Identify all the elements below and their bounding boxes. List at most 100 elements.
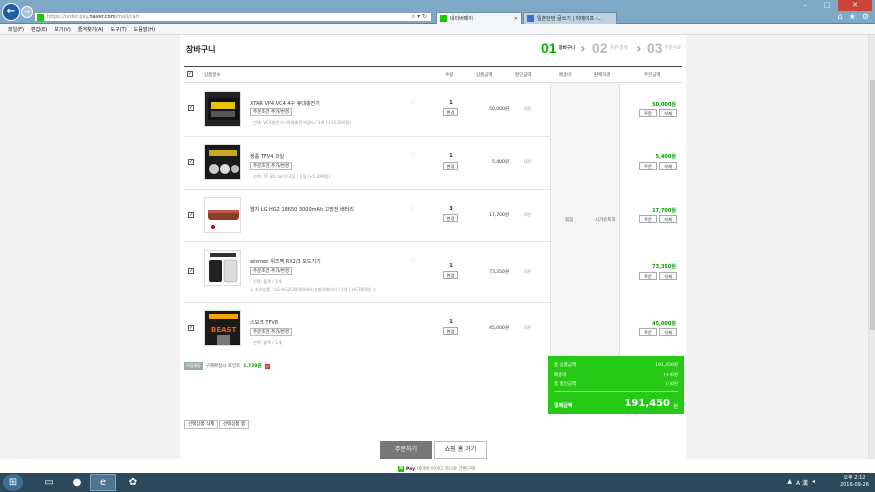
menu-help[interactable]: 도움말(H) xyxy=(134,26,155,33)
menu-edit[interactable]: 편집(E) xyxy=(31,26,47,33)
browser-titlebar: ← → https://order.pay.naver.com/mall/car… xyxy=(0,0,875,24)
select-all-checkbox[interactable]: ✓ xyxy=(187,71,193,77)
step-checkout: 02 주문/결제 xyxy=(592,40,628,56)
product-thumbnail[interactable]: BEAST xyxy=(204,310,241,346)
product-thumbnail[interactable] xyxy=(204,250,241,286)
option-change-button[interactable]: 주문조건 추가/변경 xyxy=(250,108,293,116)
item-checkbox[interactable]: ✓ xyxy=(188,105,194,111)
ime-indicator[interactable]: A 漢 xyxy=(796,478,808,487)
step-complete: 03 주문완료 xyxy=(647,40,681,56)
search-refresh-icons[interactable]: ⌕ ▾ ↻ xyxy=(412,13,427,21)
heart-icon[interactable]: ♡ xyxy=(410,99,415,106)
quantity-change-button[interactable]: 변경 xyxy=(443,108,458,116)
product-thumbnail[interactable] xyxy=(204,197,241,233)
item-checkbox[interactable]: ✓ xyxy=(188,159,194,165)
option-change-button[interactable]: 주문조건 추가/변경 xyxy=(250,162,293,170)
item-checkbox[interactable]: ✓ xyxy=(188,268,194,274)
back-button[interactable]: ← xyxy=(2,3,20,21)
order-item-button[interactable]: 주문 xyxy=(639,215,657,223)
product-thumbnail[interactable] xyxy=(204,144,241,180)
system-tray: ▲ A 漢 ◂ xyxy=(787,478,815,487)
settings-gear-icon[interactable]: ⚙ xyxy=(862,12,869,21)
product-name[interactable]: XTAR VP4 VC4 4구 휴대충전기 xyxy=(250,100,320,107)
delete-item-button[interactable]: 삭제 xyxy=(659,328,677,336)
quantity-change-button[interactable]: 변경 xyxy=(443,327,458,335)
close-tab-icon[interactable]: ✕ xyxy=(514,16,518,22)
wishlist-selected-button[interactable]: 선택상품 찜 xyxy=(219,420,250,429)
final-amount-label: 결제금액 xyxy=(554,403,573,409)
cart-item-row: ✓ 엘지 LG HG2 18650 3000mAh 고방전 배터리 ♡ 3 변경… xyxy=(184,190,550,242)
order-button[interactable]: 주문하기 xyxy=(380,441,432,459)
item-checkbox[interactable]: ✓ xyxy=(188,325,194,331)
quantity-value: 3 xyxy=(449,206,453,212)
order-item-button[interactable]: 주문 xyxy=(639,162,657,170)
tab-blog[interactable]: 일촌단번 글쓰기 | 아메이프 -... xyxy=(523,12,617,24)
seller-name: 시가유토리 xyxy=(595,218,616,223)
menu-tools[interactable]: 도구(T) xyxy=(111,26,127,33)
delete-item-button[interactable]: 삭제 xyxy=(659,215,677,223)
order-item-button[interactable]: 주문 xyxy=(639,328,657,336)
address-bar[interactable]: https://order.pay.naver.com/mall/cart ⌕ … xyxy=(34,12,432,22)
naver-pay-banner: N Pay 네이버 아이디 하나로 간편구매 xyxy=(398,466,475,472)
quantity-change-button[interactable]: 변경 xyxy=(443,162,458,170)
close-window-icon[interactable]: ✕ xyxy=(838,0,872,11)
scrollbar-thumb[interactable] xyxy=(870,80,875,330)
chevron-right-icon: › xyxy=(636,41,642,57)
tray-arrow-icon[interactable]: ▲ xyxy=(787,478,792,487)
discount-amount: 0원 xyxy=(524,213,532,218)
col-order-amount: 주문금액 xyxy=(644,73,661,78)
option-change-button[interactable]: 주문조건 추가/변경 xyxy=(250,267,293,275)
product-price: 50,000원 xyxy=(489,107,509,112)
heart-icon[interactable]: ♡ xyxy=(410,205,415,212)
volume-icon[interactable]: ◂ xyxy=(812,478,815,487)
summary-discount: (-)0원 xyxy=(665,382,678,387)
product-name[interactable]: wismec 위즈맥 RX2/3 모드기기 xyxy=(250,258,321,265)
order-item-button[interactable]: 주문 xyxy=(639,272,657,280)
naver-logo-icon: N xyxy=(398,466,404,472)
shopping-home-button[interactable]: 쇼핑 홈 가기 xyxy=(434,441,487,459)
quantity-change-button[interactable]: 변경 xyxy=(443,214,458,222)
delete-selected-button[interactable]: 선택상품 삭제 xyxy=(184,420,219,429)
order-item-button[interactable]: 주문 xyxy=(639,109,657,117)
delete-item-button[interactable]: 삭제 xyxy=(659,162,677,170)
menu-view[interactable]: 보기(V) xyxy=(54,26,71,33)
option-change-button[interactable]: 주문조건 추가/변경 xyxy=(250,328,293,336)
step-label: 장바구니 xyxy=(558,46,576,51)
delete-item-button[interactable]: 삭제 xyxy=(659,109,677,117)
product-name[interactable]: 엘지 LG HG2 18650 3000mAh 고방전 배터리 xyxy=(250,206,354,213)
final-amount: 191,450 xyxy=(624,398,670,409)
media-icon[interactable]: ● xyxy=(64,474,90,491)
forward-button[interactable]: → xyxy=(21,6,33,18)
order-price: 17,700원 xyxy=(652,208,676,214)
start-button[interactable]: ⊞ xyxy=(3,474,23,491)
maximize-icon[interactable]: □ xyxy=(816,0,838,11)
app-icon[interactable]: ✿ xyxy=(120,474,146,491)
favorites-star-icon[interactable]: ★ xyxy=(849,12,856,21)
quantity-change-button[interactable]: 변경 xyxy=(443,271,458,279)
info-icon[interactable]: + xyxy=(264,363,270,369)
col-price: 상품금액 xyxy=(476,73,493,78)
menu-favorites[interactable]: 즐겨찾기(A) xyxy=(78,26,104,33)
system-clock[interactable]: 오후 2:12 2016-09-26 xyxy=(840,475,869,489)
tab-naverpay[interactable]: 네이버페이 ✕ xyxy=(436,12,522,24)
delete-item-button[interactable]: 삭제 xyxy=(659,272,677,280)
item-checkbox[interactable]: ✓ xyxy=(188,212,194,218)
minimize-icon[interactable]: – xyxy=(794,0,816,11)
heart-icon[interactable]: ♡ xyxy=(410,257,415,264)
home-icon[interactable]: ⌂ xyxy=(838,12,843,21)
file-explorer-icon[interactable]: ▭ xyxy=(36,474,62,491)
product-name[interactable]: 스모크 TFV8 xyxy=(250,319,278,326)
step-number: 01 xyxy=(541,40,557,56)
heart-icon[interactable]: ♡ xyxy=(410,152,415,159)
window-controls: – □ ✕ xyxy=(794,0,872,11)
vertical-scrollbar[interactable] xyxy=(868,35,875,459)
summary-shipping-label: 배송비 xyxy=(554,373,567,378)
discount-amount: 0원 xyxy=(524,326,532,331)
product-thumbnail[interactable] xyxy=(204,91,241,127)
menu-file[interactable]: 파일(F) xyxy=(8,26,24,33)
final-amount-unit: 원 xyxy=(673,404,678,410)
internet-explorer-icon[interactable]: e xyxy=(90,474,116,491)
points-info: 적립예정 구매확정시 포인트 1,729원 + xyxy=(184,362,270,370)
cart-table-header: ✓ 상품정보 수량 상품금액 할인금액 배송비 판매자명 주문금액 xyxy=(184,66,682,83)
product-name[interactable]: 정품 TFV4 코일 xyxy=(250,153,284,160)
